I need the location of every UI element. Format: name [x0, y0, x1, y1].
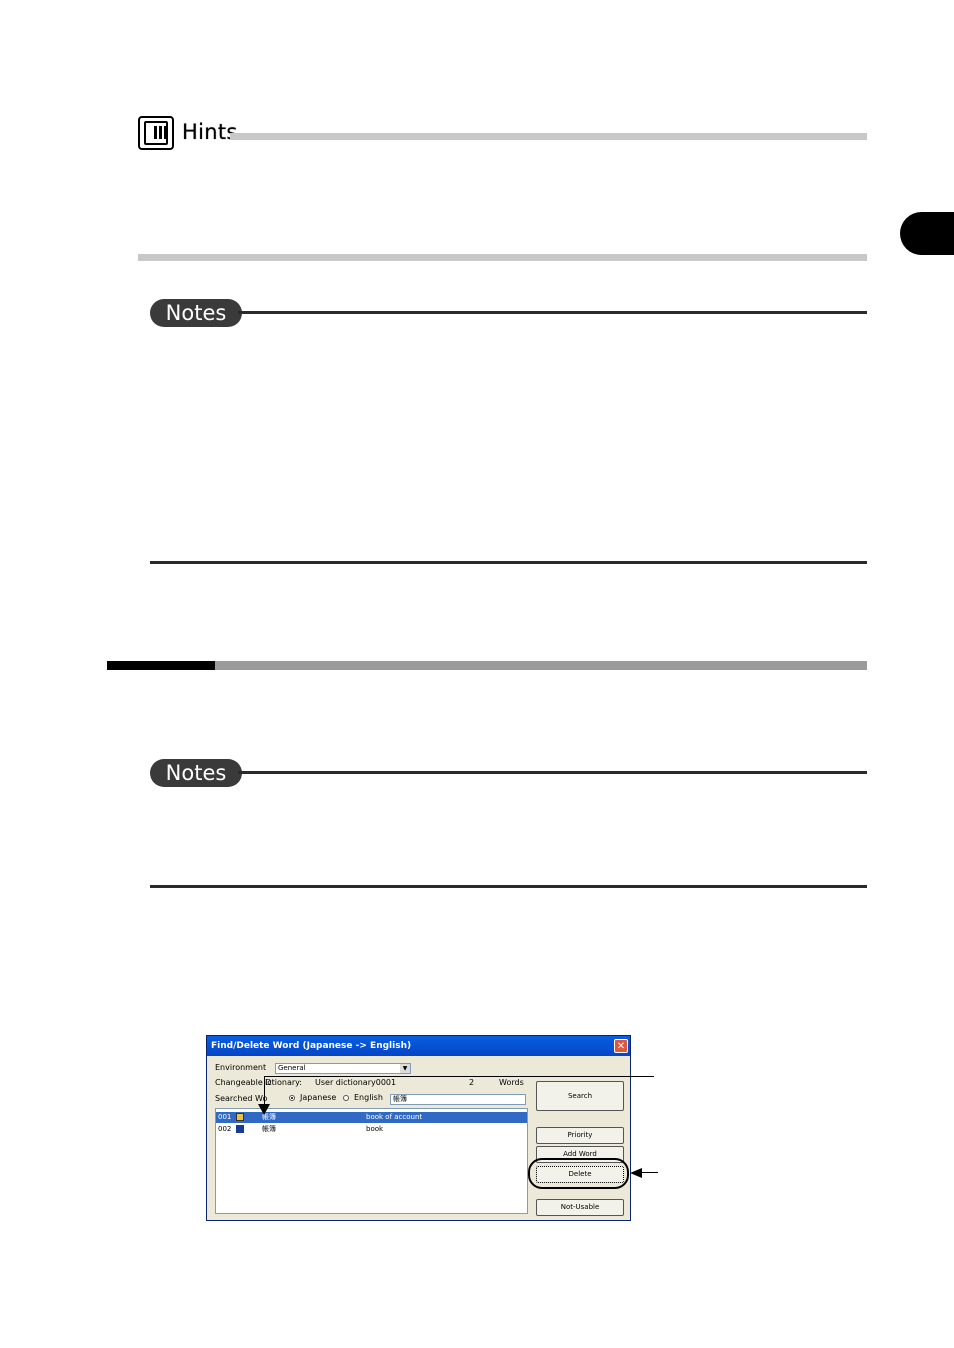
close-icon[interactable]: ✕ — [614, 1039, 628, 1053]
chapter-tab-marker — [900, 212, 954, 255]
notes-bottom-rule-2 — [150, 885, 867, 888]
radio-english-label: English — [354, 1093, 383, 1102]
delete-arrow-line — [640, 1172, 658, 1173]
word-count: 2 — [469, 1078, 475, 1087]
section-bar — [215, 661, 867, 670]
radio-japanese[interactable] — [289, 1095, 295, 1101]
search-button[interactable]: Search — [536, 1081, 624, 1111]
row-number: 001 — [218, 1113, 232, 1121]
hints-heading: Hints — [182, 120, 238, 144]
hints-bottom-rule — [138, 254, 867, 261]
radio-english[interactable] — [343, 1095, 349, 1101]
notes-heading-2: Notes — [150, 759, 242, 787]
dictionary-name: User dictionary0001 — [315, 1078, 397, 1087]
changeable-dictionary-label: Changeable D — [215, 1078, 272, 1087]
environment-select[interactable]: General ▼ — [275, 1063, 411, 1074]
notes-heading-1: Notes — [150, 299, 242, 327]
arrow-left-icon — [630, 1168, 642, 1178]
not-usable-button[interactable]: Not-Usable — [536, 1199, 624, 1216]
hints-pencil-icon — [138, 116, 174, 150]
notes-divider-2 — [238, 771, 867, 774]
row-english: book of account — [366, 1113, 423, 1121]
search-input[interactable]: 帳簿 — [390, 1094, 526, 1105]
notes-divider-1 — [238, 311, 867, 314]
list-item[interactable]: 002 帳簿 book — [216, 1124, 527, 1135]
row-japanese: 帳簿 — [262, 1125, 276, 1133]
searched-word-label: Searched Wo — [215, 1094, 268, 1103]
words-label: Words — [499, 1078, 524, 1087]
row-number: 002 — [218, 1125, 232, 1133]
priority-button[interactable]: Priority — [536, 1127, 624, 1144]
chevron-down-icon[interactable]: ▼ — [400, 1064, 410, 1073]
environment-label: Environment — [215, 1063, 267, 1072]
environment-value: General — [278, 1064, 306, 1072]
callout-leader-line — [264, 1076, 654, 1077]
hints-divider — [230, 133, 867, 140]
radio-japanese-label: Japanese — [300, 1093, 337, 1102]
notes-bottom-rule-1 — [150, 561, 867, 564]
word-edit-icon — [236, 1113, 244, 1121]
row-english: book — [366, 1125, 384, 1133]
dialog-title: Find/Delete Word (Japanese -> English) — [207, 1036, 630, 1056]
delete-highlight-callout — [528, 1158, 629, 1189]
word-list[interactable]: 001 帳簿 book of account 002 帳簿 book — [215, 1108, 528, 1214]
find-delete-word-dialog: Find/Delete Word (Japanese -> English) ✕… — [206, 1035, 631, 1221]
arrow-down-icon — [258, 1104, 270, 1115]
section-bar-accent — [107, 661, 215, 670]
dictionary-label-tail: ictionary: — [265, 1078, 302, 1087]
book-icon — [236, 1125, 244, 1133]
